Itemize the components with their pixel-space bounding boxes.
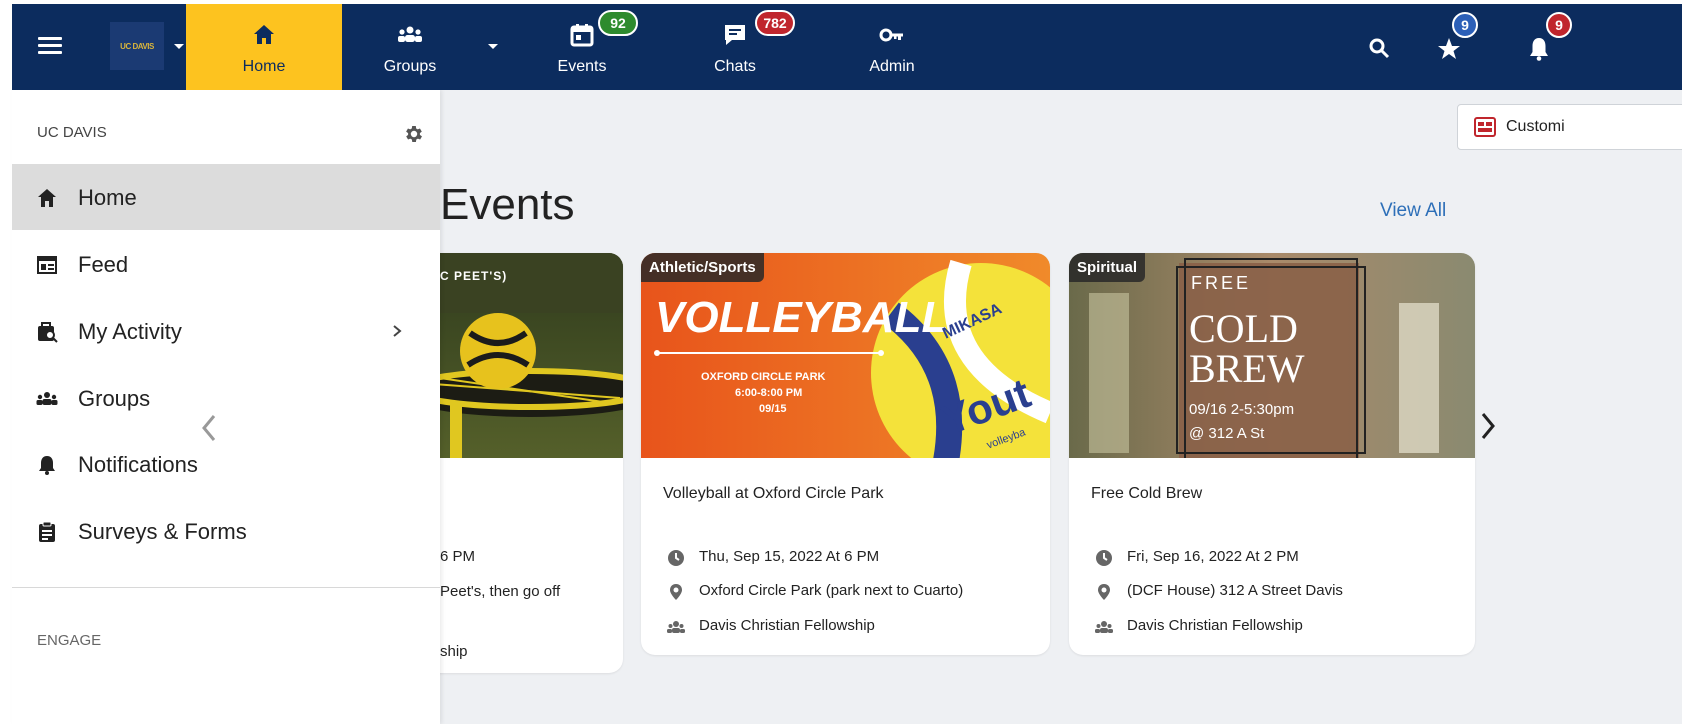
home-icon xyxy=(38,189,56,207)
drawer-item-label: Groups xyxy=(78,386,151,411)
event-image-time: 6:00-8:00 PM xyxy=(735,387,803,399)
customize-label: Customi xyxy=(1506,118,1565,135)
top-nav-bar: UC DAVIS Home Groups Events 92 Chats 782… xyxy=(12,4,1682,90)
view-all-link[interactable]: View All xyxy=(1380,200,1446,222)
side-drawer: UC DAVIS Home Feed My Activity Groups No… xyxy=(12,90,440,724)
search-icon[interactable] xyxy=(1367,36,1391,60)
event-title[interactable]: Free Cold Brew xyxy=(1091,485,1202,503)
event-image: Spiritual FREE COLD BREW 09/16 2-5:30pm … xyxy=(1069,253,1475,458)
notifications-count-badge: 9 xyxy=(1546,12,1572,38)
drawer-item-home[interactable]: Home xyxy=(12,164,440,230)
event-card[interactable]: Spiritual FREE COLD BREW 09/16 2-5:30pm … xyxy=(1069,253,1475,655)
nav-tab-groups[interactable]: Groups xyxy=(360,4,460,90)
drawer-item-label: Surveys & Forms xyxy=(78,519,247,544)
event-datetime: Fri, Sep 16, 2022 At 2 PM xyxy=(1127,548,1299,565)
star-icon[interactable] xyxy=(1436,36,1462,62)
caret-down-icon[interactable] xyxy=(174,44,184,49)
drawer-divider xyxy=(12,587,440,588)
event-image-brew: BREW xyxy=(1189,346,1305,391)
drawer-item-my-activity[interactable]: My Activity xyxy=(12,298,440,364)
groups-icon xyxy=(398,26,422,42)
events-count-badge: 92 xyxy=(598,10,638,36)
nav-tab-label: Home xyxy=(242,58,286,75)
drawer-item-label: Home xyxy=(78,185,137,210)
event-image: Athletic/Sports VOLLEYBALL OXFORD CIRCLE… xyxy=(641,253,1050,458)
event-group[interactable]: Davis Christian Fellowship xyxy=(699,617,875,634)
chevron-right-icon xyxy=(393,325,402,337)
drawer-item-surveys-forms[interactable]: Surveys & Forms xyxy=(12,498,440,564)
drawer-item-label: Feed xyxy=(78,252,129,277)
location-pin-icon xyxy=(670,584,682,600)
drawer-item-notifications[interactable]: Notifications xyxy=(12,431,440,497)
chat-icon xyxy=(725,25,745,45)
event-location: Peet's, then go off xyxy=(440,583,561,600)
nav-tab-label: Admin xyxy=(869,58,915,75)
hamburger-menu-icon[interactable] xyxy=(38,37,62,55)
main-content xyxy=(440,90,1682,724)
customize-button[interactable]: Customi xyxy=(1457,104,1682,150)
location-pin-icon xyxy=(1098,584,1110,600)
nav-tab-home[interactable]: Home xyxy=(186,4,342,90)
clock-icon xyxy=(668,550,684,566)
caret-down-icon[interactable] xyxy=(488,44,498,49)
key-icon xyxy=(879,28,903,42)
favorites-count-badge: 9 xyxy=(1452,12,1478,38)
nav-tab-label: Events xyxy=(557,58,607,75)
bell-icon[interactable] xyxy=(1526,36,1552,62)
chevron-left-icon[interactable] xyxy=(198,412,222,444)
event-location: Oxford Circle Park (park next to Cuarto) xyxy=(699,582,964,599)
event-image-headline: VOLLEYBALL xyxy=(655,293,949,342)
event-category-badge: Athletic/Sports xyxy=(641,253,764,282)
event-datetime: 6 PM xyxy=(440,548,476,565)
event-image-free: FREE xyxy=(1191,273,1252,293)
groups-icon xyxy=(667,621,685,633)
event-image-where: @ 312 A St xyxy=(1189,425,1265,442)
carousel-next-icon[interactable] xyxy=(1478,410,1498,442)
groups-icon xyxy=(36,392,58,405)
event-card[interactable]: Athletic/Sports VOLLEYBALL OXFORD CIRCLE… xyxy=(641,253,1050,655)
home-icon xyxy=(254,25,274,44)
event-category-badge: Spiritual xyxy=(1069,253,1146,282)
clock-icon xyxy=(1096,550,1112,566)
calendar-icon xyxy=(570,24,594,47)
event-group[interactable]: Davis Christian Fellowship xyxy=(1127,617,1303,634)
drawer-section-engage: ENGAGE xyxy=(37,632,102,649)
section-title: Events xyxy=(440,180,575,229)
clipboard-icon xyxy=(39,521,55,542)
event-location: (DCF House) 312 A Street Davis xyxy=(1127,582,1343,599)
event-group: ship xyxy=(440,643,468,660)
gear-icon[interactable] xyxy=(403,123,425,145)
event-image-place: OXFORD CIRCLE PARK xyxy=(701,371,826,383)
event-datetime: Thu, Sep 15, 2022 At 6 PM xyxy=(699,548,880,565)
event-image-text: C PEET'S) xyxy=(440,269,508,283)
drawer-heading: UC DAVIS xyxy=(37,124,107,141)
drawer-item-groups[interactable]: Groups xyxy=(12,365,440,431)
event-image-when: 09/16 2-5:30pm xyxy=(1189,401,1295,418)
drawer-item-feed[interactable]: Feed xyxy=(12,231,440,297)
groups-icon xyxy=(1095,621,1113,633)
event-title[interactable]: Volleyball at Oxford Circle Park xyxy=(663,485,884,503)
drawer-item-label: Notifications xyxy=(78,452,198,477)
event-image-date: 09/15 xyxy=(759,403,787,415)
chats-count-badge: 782 xyxy=(755,10,795,36)
nav-tab-label: Chats xyxy=(714,58,756,75)
customize-icon xyxy=(1474,117,1496,137)
nav-tab-label: Groups xyxy=(383,58,437,75)
drawer-item-label: My Activity xyxy=(78,319,182,344)
feed-icon xyxy=(37,256,57,274)
school-logo[interactable]: UC DAVIS xyxy=(110,22,164,70)
bell-icon xyxy=(39,456,55,475)
activity-icon xyxy=(38,322,58,343)
nav-tab-admin[interactable]: Admin xyxy=(842,4,942,90)
